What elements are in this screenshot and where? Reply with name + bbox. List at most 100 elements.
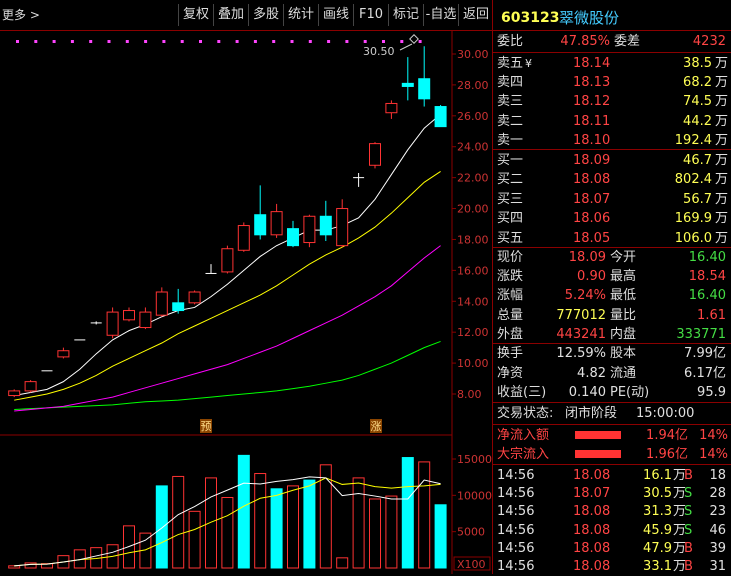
candle-body <box>369 143 381 166</box>
ask-row: 卖一 18.10 192.4 万 <box>493 131 731 150</box>
tick-volume: 45.9 <box>643 522 672 538</box>
ref-dot <box>400 40 404 43</box>
bid-unit: 万 <box>714 211 728 227</box>
tick-price: 18.08 <box>573 540 611 556</box>
candle-body <box>434 106 447 128</box>
ref-dot <box>217 40 221 43</box>
quote-row: 外盘 443241 内盘 333771 <box>493 325 731 344</box>
flow-row: 净流入额 1.94亿 14% <box>493 426 731 445</box>
candle-body <box>254 214 267 236</box>
bid-price: 18.06 <box>573 211 611 227</box>
ref-dot <box>162 40 166 43</box>
candle-body <box>188 291 201 304</box>
ask-price: 18.13 <box>573 75 611 91</box>
volume-tick-label: 15000 <box>457 453 492 466</box>
volume-bar <box>172 475 185 569</box>
candle-body <box>155 291 168 316</box>
ref-dot <box>199 40 202 43</box>
quote-label: 最低 <box>610 288 637 304</box>
bid-row: 买二 18.08 802.4 万 <box>493 170 731 189</box>
divider <box>493 464 731 465</box>
trade-status-time: 15:00:00 <box>636 406 695 421</box>
mark-button[interactable]: 标记 <box>388 4 423 26</box>
quote-value: 18.09 <box>568 250 606 265</box>
fundamental-label: 净资 <box>497 365 524 381</box>
ask-row: 卖四 18.13 68.2 万 <box>493 73 731 92</box>
flow-bar <box>575 431 621 439</box>
volume-bar <box>418 461 431 569</box>
currency-mark: ¥ <box>525 57 532 70</box>
multi-stock-button[interactable]: 多股 <box>248 4 283 26</box>
more-button[interactable]: 更多 > <box>2 6 40 23</box>
tick-time: 14:56 <box>497 540 535 556</box>
tick-side: B <box>684 540 693 556</box>
tick-row: 14:56 18.08 45.9 万 S 46 <box>493 521 731 540</box>
tick-side: S <box>684 522 693 538</box>
fuquan-button[interactable]: 复权 <box>178 4 213 26</box>
tick-price: 18.08 <box>573 522 611 538</box>
weibi-label: 委比 <box>497 34 524 49</box>
quote-value: 0.90 <box>577 269 606 285</box>
fundamental-value: 95.9 <box>697 385 726 401</box>
quote-value: 1.61 <box>697 307 726 323</box>
quote-label: 总量 <box>497 307 524 323</box>
flow-percent: 14% <box>699 428 728 443</box>
ref-dot <box>363 40 367 43</box>
tick-time: 14:56 <box>497 468 535 483</box>
draw-line-button[interactable]: 画线 <box>318 4 353 26</box>
ref-dot <box>70 40 74 43</box>
divider <box>493 30 731 31</box>
volume-bar <box>205 477 217 569</box>
volume-bar <box>352 477 365 569</box>
bid-label: 买五 <box>497 230 524 246</box>
flow-label: 大宗流入 <box>497 447 550 462</box>
quote-value: 16.40 <box>688 250 726 265</box>
fundamental-row: 换手 12.59% 股本 7.99亿 <box>493 344 731 363</box>
ref-dot <box>16 40 19 43</box>
f10-button[interactable]: F10 <box>353 4 388 26</box>
tick-price: 18.08 <box>573 504 611 520</box>
volume-bar <box>155 485 168 569</box>
tick-volume: 33.1 <box>643 559 672 574</box>
bid-unit: 万 <box>714 230 728 246</box>
ref-dot <box>235 40 239 43</box>
kline-chart[interactable]: 30.00 28.00 26.00 24.00 22.00 20.00 18.00 16.00… <box>0 30 492 574</box>
quote-panel: 603123 翠微股份 委比 47.85% 委差 4232 交易状态: 闭市阶段… <box>492 0 731 574</box>
volume-bar <box>303 479 316 569</box>
candle-body <box>270 211 283 236</box>
bid-label: 买二 <box>497 172 524 188</box>
price-tick-label: 14.00 <box>457 295 489 308</box>
fundamental-value: 7.99亿 <box>684 346 726 361</box>
high-marker <box>409 34 419 44</box>
statistics-button[interactable]: 统计 <box>283 4 318 26</box>
price-tick-label: 22.00 <box>457 172 489 185</box>
bid-volume: 56.7 <box>683 191 712 207</box>
ask-row: 卖二 18.11 44.2 万 <box>493 112 731 131</box>
overlay-button[interactable]: 叠加 <box>213 4 248 26</box>
ref-dot <box>253 40 257 43</box>
fundamental-value: 12.59% <box>556 346 606 361</box>
candle-body <box>172 302 185 312</box>
ask-price: 18.10 <box>573 132 611 148</box>
ask-label: 卖四 <box>497 75 524 91</box>
candle-body <box>237 225 250 251</box>
flow-percent: 14% <box>699 447 728 462</box>
candle-body <box>319 215 332 236</box>
candle-body <box>8 390 21 397</box>
tick-time: 14:56 <box>497 504 535 520</box>
fundamental-label: 收益(三) <box>497 385 547 401</box>
remove-watchlist-button[interactable]: -自选 <box>423 4 458 26</box>
event-marker: 预 <box>201 420 212 433</box>
bid-label: 买三 <box>497 191 524 207</box>
volume-bar <box>221 497 234 569</box>
flow-bar <box>575 450 621 458</box>
ma10-line <box>14 171 441 401</box>
quote-value: 18.54 <box>688 269 726 285</box>
bid-volume: 46.7 <box>683 153 712 168</box>
weicha-value: 4232 <box>692 34 726 49</box>
back-button[interactable]: 返回 <box>458 4 493 26</box>
fundamental-value: 6.17亿 <box>684 365 726 381</box>
candle-body <box>336 208 349 247</box>
volume-bar <box>401 457 414 569</box>
ref-dot <box>89 40 93 43</box>
